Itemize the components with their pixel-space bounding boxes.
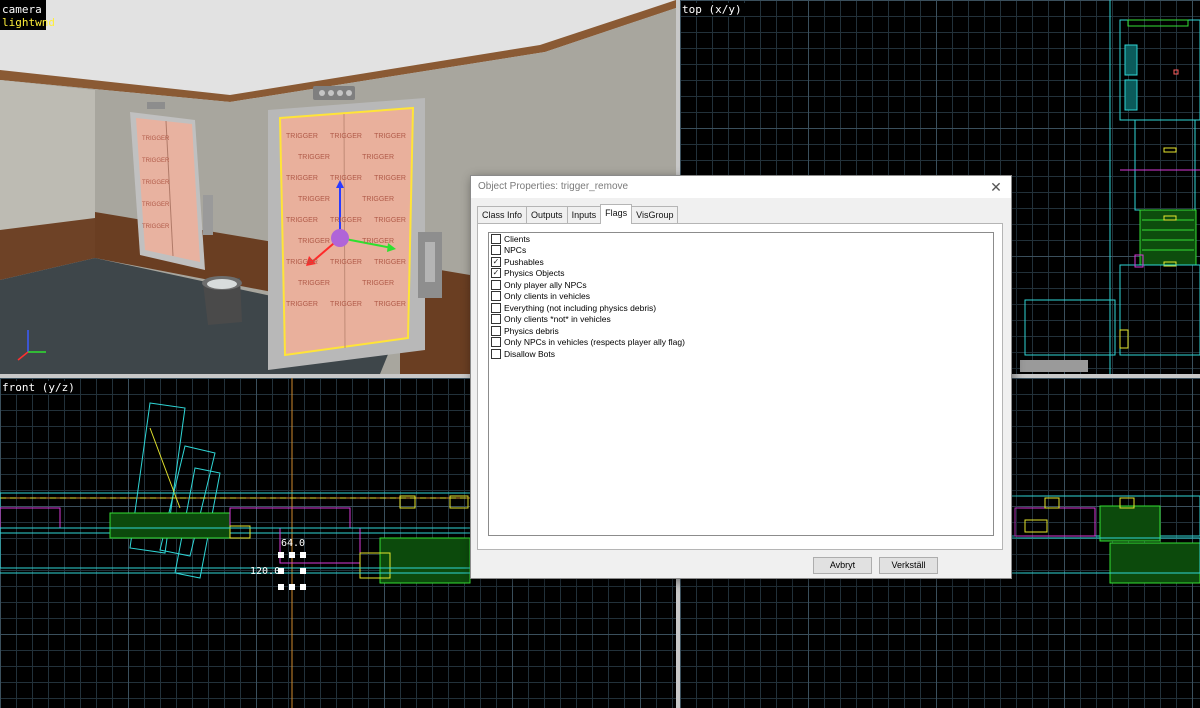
trigger-text: TRIGGER	[142, 158, 170, 164]
flag-label: Physics debris	[504, 325, 559, 336]
close-icon[interactable]: ✕	[987, 178, 1005, 196]
checkbox-icon[interactable]	[491, 233, 501, 244]
dialog-body: Class Info Outputs Inputs Flags VisGroup Cli…	[471, 198, 1011, 578]
trigger-text: TRIGGER	[362, 280, 394, 287]
trigger-text: TRIGGER	[298, 280, 330, 287]
flag-label: Physics Objects	[504, 268, 565, 279]
trigger-text: TRIGGER	[330, 133, 362, 140]
trigger-text: TRIGGER	[298, 154, 330, 161]
tab-outputs[interactable]: Outputs	[526, 206, 568, 223]
trigger-text: TRIGGER	[286, 133, 318, 140]
trigger-text: TRIGGER	[362, 238, 394, 245]
trigger-text: TRIGGER	[374, 301, 406, 308]
flag-row[interactable]: Disallow Bots	[491, 348, 993, 360]
flag-label: Only clients *not* in vehicles	[504, 314, 611, 325]
tab-flags[interactable]: Flags	[600, 204, 633, 224]
trigger-text: TRIGGER	[330, 301, 362, 308]
tab-class-info[interactable]: Class Info	[477, 206, 528, 223]
checkbox-icon[interactable]	[491, 337, 501, 348]
checkbox-checked-icon[interactable]: ✓	[491, 268, 501, 279]
trigger-text: TRIGGER	[286, 217, 318, 224]
apply-button[interactable]: Verkställ	[879, 557, 938, 574]
tab-visgroup[interactable]: VisGroup	[631, 206, 679, 223]
trigger-text: TRIGGER	[142, 202, 170, 208]
checkbox-icon[interactable]	[491, 291, 501, 302]
trigger-text: TRIGGER	[286, 175, 318, 182]
flag-label: Everything (not including physics debris…	[504, 302, 657, 313]
dialog-titlebar[interactable]: Object Properties: trigger_remove ✕	[471, 176, 1011, 198]
camera-render-mode-label[interactable]: lightwnd	[2, 16, 55, 29]
trigger-text: TRIGGER	[298, 238, 330, 245]
tab-strip: Class Info Outputs Inputs Flags VisGroup	[477, 204, 679, 224]
dialog-title: Object Properties: trigger_remove	[478, 181, 629, 192]
trigger-text: TRIGGER	[362, 196, 394, 203]
trigger-text: TRIGGER	[374, 175, 406, 182]
flags-list: Clients NPCs ✓ Pushables ✓ Physics Objects Onl…	[488, 232, 994, 536]
flag-label: NPCs	[504, 245, 527, 256]
trigger-text: TRIGGER	[330, 259, 362, 266]
trigger-text: TRIGGER	[286, 301, 318, 308]
flag-row[interactable]: NPCs	[491, 245, 993, 257]
trigger-text: TRIGGER	[330, 217, 362, 224]
checkbox-checked-icon[interactable]: ✓	[491, 256, 501, 267]
object-properties-dialog: Object Properties: trigger_remove ✕ Clas…	[470, 175, 1012, 579]
flag-row[interactable]: Only clients in vehicles	[491, 291, 993, 303]
trigger-text: TRIGGER	[298, 196, 330, 203]
front-viewport-label[interactable]: front (y/z)	[2, 381, 79, 394]
flag-row[interactable]: Only player ally NPCs	[491, 279, 993, 291]
trigger-text: TRIGGER	[142, 136, 170, 142]
checkbox-icon[interactable]	[491, 348, 501, 359]
trigger-text: TRIGGER	[142, 180, 170, 186]
flag-label: Clients	[504, 233, 530, 244]
trigger-texture-overlay: TRIGGER TRIGGER TRIGGER TRIGGER TRIGGER TRI…	[286, 126, 406, 315]
checkbox-icon[interactable]	[491, 279, 501, 290]
flag-row[interactable]: Physics debris	[491, 325, 993, 337]
top-viewport-label[interactable]: top (x/y)	[682, 3, 746, 16]
trigger-text: TRIGGER	[142, 224, 170, 230]
checkbox-icon[interactable]	[491, 325, 501, 336]
trigger-text: TRIGGER	[374, 259, 406, 266]
trigger-text: TRIGGER	[286, 259, 318, 266]
flag-label: Disallow Bots	[504, 348, 556, 359]
trigger-text: TRIGGER	[362, 154, 394, 161]
tab-inputs[interactable]: Inputs	[566, 206, 602, 223]
flag-label: Pushables	[504, 256, 544, 267]
checkbox-icon[interactable]	[491, 245, 501, 256]
flag-row[interactable]: Only NPCs in vehicles (respects player a…	[491, 337, 993, 349]
flag-row[interactable]: ✓ Physics Objects	[491, 268, 993, 280]
measure-horizontal: 64.0	[281, 538, 306, 549]
flag-row[interactable]: ✓ Pushables	[491, 256, 993, 268]
trigger-text: TRIGGER	[330, 175, 362, 182]
flag-label: Only clients in vehicles	[504, 291, 590, 302]
measure-vertical: 120.0	[250, 566, 281, 577]
cancel-button[interactable]: Avbryt	[813, 557, 872, 574]
trigger-texture-overlay-left: TRIGGER TRIGGER TRIGGER TRIGGER TRIGGER	[142, 128, 196, 238]
flag-label: Only player ally NPCs	[504, 279, 587, 290]
flag-row[interactable]: Everything (not including physics debris…	[491, 302, 993, 314]
flags-tab-panel: Clients NPCs ✓ Pushables ✓ Physics Objects Onl…	[477, 223, 1003, 550]
checkbox-icon[interactable]	[491, 314, 501, 325]
checkbox-icon[interactable]	[491, 302, 501, 313]
flag-row[interactable]: Clients	[491, 233, 993, 245]
trigger-text: TRIGGER	[374, 217, 406, 224]
trigger-text: TRIGGER	[374, 133, 406, 140]
flag-row[interactable]: Only clients *not* in vehicles	[491, 314, 993, 326]
flag-label: Only NPCs in vehicles (respects player a…	[504, 337, 685, 348]
camera-viewport-label[interactable]: camera	[2, 3, 42, 16]
